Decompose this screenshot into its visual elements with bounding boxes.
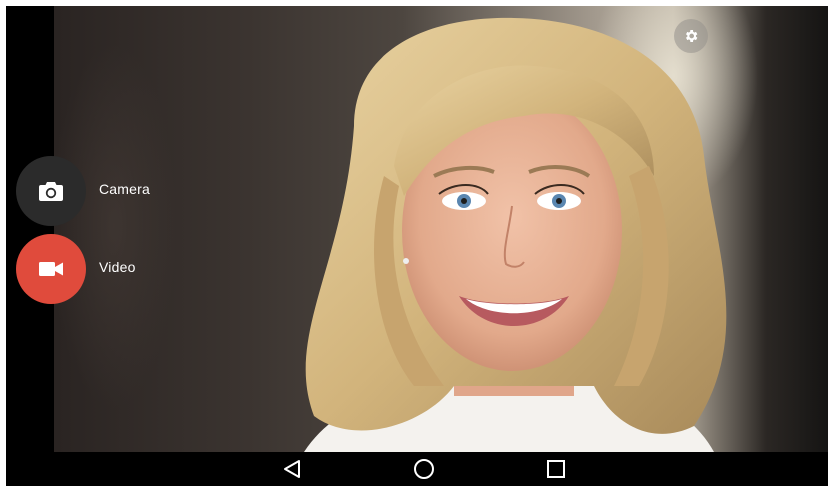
recents-square-icon	[547, 460, 565, 478]
camera-mode-button[interactable]	[16, 156, 86, 226]
home-button[interactable]	[404, 456, 444, 482]
back-button[interactable]	[272, 456, 312, 482]
settings-button[interactable]	[674, 19, 708, 53]
camera-mode-option[interactable]: Camera	[16, 156, 216, 226]
video-mode-button[interactable]	[16, 234, 86, 304]
camera-icon	[39, 182, 63, 201]
video-icon	[39, 262, 63, 276]
video-mode-option[interactable]: Video	[16, 234, 216, 304]
gear-icon	[686, 30, 698, 42]
viewfinder-image	[304, 17, 727, 452]
device-screen: Camera Video	[6, 6, 828, 486]
recents-button[interactable]	[536, 456, 576, 482]
camera-viewfinder[interactable]	[54, 6, 828, 452]
navigation-bar	[6, 452, 828, 486]
back-triangle-icon	[284, 460, 300, 478]
camera-mode-label: Camera	[99, 181, 150, 197]
home-circle-icon	[414, 459, 434, 479]
video-mode-label: Video	[99, 259, 136, 275]
